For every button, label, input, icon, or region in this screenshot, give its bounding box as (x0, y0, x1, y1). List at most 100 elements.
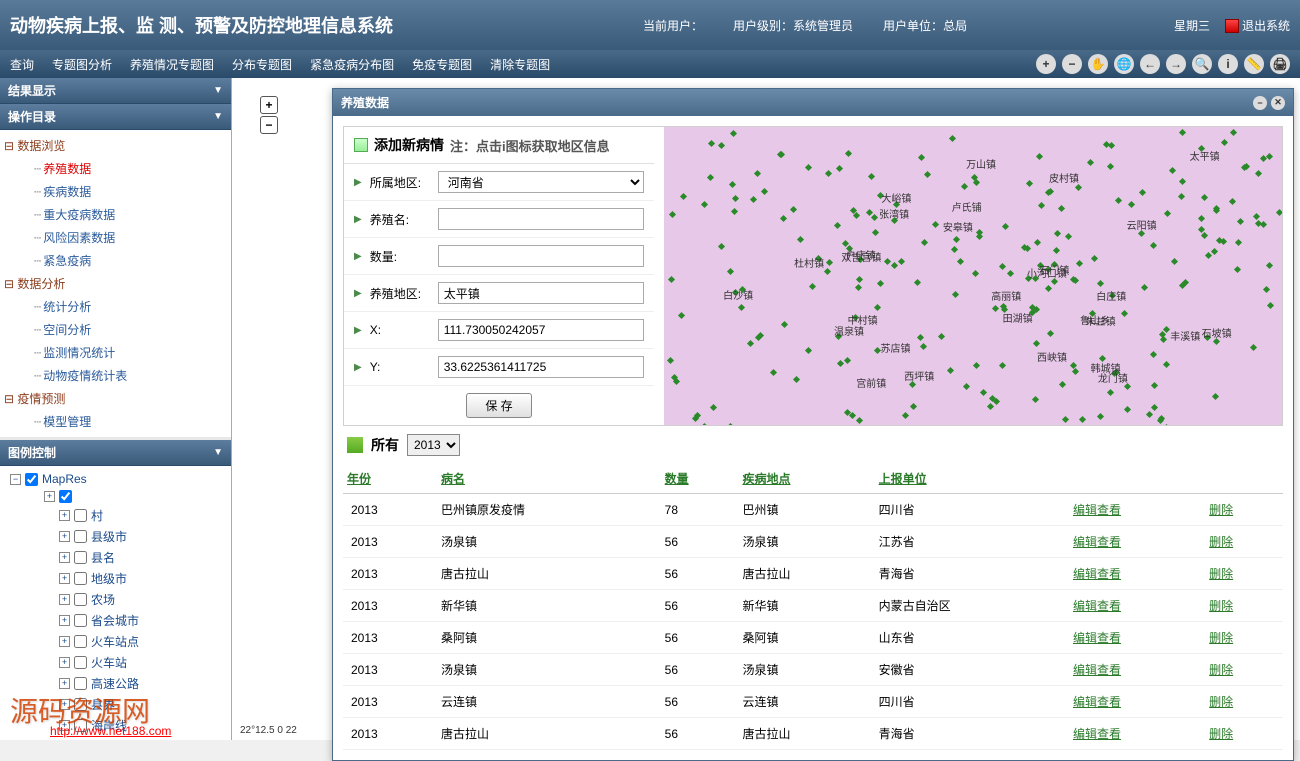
legend-root[interactable]: −MapRes (4, 470, 227, 488)
breed-area-input[interactable] (438, 282, 644, 304)
app-title: 动物疾病上报、监 测、预警及防控地理信息系统 (10, 12, 393, 38)
window-header[interactable]: 养殖数据 − ✕ (333, 89, 1293, 116)
edit-link[interactable]: 编辑查看 (1073, 503, 1121, 517)
measure-icon[interactable]: 📏 (1244, 54, 1264, 74)
zoom-in-icon[interactable]: + (1036, 54, 1056, 74)
identify-icon[interactable]: 🔍 (1192, 54, 1212, 74)
all-label: 所有 (371, 435, 399, 455)
legend-item[interactable]: +地级市 (4, 568, 227, 589)
map-label: 西峡镇 (1037, 349, 1067, 364)
delete-link[interactable]: 删除 (1209, 727, 1233, 741)
map-label: 安皋镇 (943, 219, 973, 234)
menu-breed[interactable]: 养殖情况专题图 (130, 56, 214, 73)
map-label: 田湖镇 (1003, 310, 1033, 325)
year-bar: 所有 2013 (343, 426, 1283, 464)
edit-link[interactable]: 编辑查看 (1073, 727, 1121, 741)
table-row: 2013汤泉镇56汤泉镇江苏省编辑查看删除 (343, 526, 1283, 558)
year-select[interactable]: 2013 (407, 434, 460, 456)
delete-link[interactable]: 删除 (1209, 503, 1233, 517)
legend-item[interactable]: +高速公路 (4, 673, 227, 694)
legend-item[interactable]: +火车站点 (4, 631, 227, 652)
menu-dist[interactable]: 分布专题图 (232, 56, 292, 73)
delete-link[interactable]: 删除 (1209, 567, 1233, 581)
tree-item-monitor-stat[interactable]: 监测情况统计 (0, 341, 231, 364)
tree-item-breed-data[interactable]: 养殖数据 (0, 157, 231, 180)
globe-icon[interactable]: 🌐 (1114, 54, 1134, 74)
tree-item-model-mgmt[interactable]: 模型管理 (0, 410, 231, 433)
back-icon[interactable]: ← (1140, 54, 1160, 74)
close-icon[interactable]: ✕ (1271, 96, 1285, 110)
x-coord-input[interactable] (438, 319, 644, 341)
region-select[interactable]: 河南省 (438, 171, 644, 193)
forward-icon[interactable]: → (1166, 54, 1186, 74)
col-unit[interactable]: 上报单位 (875, 464, 1069, 494)
delete-link[interactable]: 删除 (1209, 599, 1233, 613)
menu-query[interactable]: 查询 (10, 56, 34, 73)
map-toolbar: + − ✋ 🌐 ← → 🔍 i 📏 🖨 (1036, 54, 1290, 74)
legend-item[interactable]: +县级市 (4, 526, 227, 547)
map-label: 双吉宫镇 (841, 249, 881, 264)
map-label: 白沙镇 (723, 287, 753, 302)
minimize-icon[interactable]: − (1253, 96, 1267, 110)
delete-link[interactable]: 删除 (1209, 695, 1233, 709)
menu-emerg[interactable]: 紧急疫病分布图 (310, 56, 394, 73)
map-zoom-in[interactable]: + (260, 96, 278, 114)
save-button[interactable]: 保 存 (466, 393, 531, 418)
logout-icon (1225, 19, 1239, 33)
delete-link[interactable]: 删除 (1209, 535, 1233, 549)
menu-immune[interactable]: 免疫专题图 (412, 56, 472, 73)
logout-link[interactable]: 退出系统 (1225, 17, 1290, 34)
legend-sub[interactable]: + (4, 488, 227, 505)
tree-item-major-epidemic[interactable]: 重大疫病数据 (0, 203, 231, 226)
map-label: 皮村镇 (1049, 170, 1079, 185)
edit-link[interactable]: 编辑查看 (1073, 535, 1121, 549)
legend-item[interactable]: +省会城市 (4, 610, 227, 631)
menu-clear[interactable]: 清除专题图 (490, 56, 550, 73)
map-area: + − 22°12.5 0 22 养殖数据 − ✕ 添加新病情 (232, 78, 1300, 740)
info-icon[interactable]: i (1218, 54, 1238, 74)
legend-item[interactable]: +火车站 (4, 652, 227, 673)
tree-item-risk-factor[interactable]: 风险因素数据 (0, 226, 231, 249)
map-preview[interactable]: 太平镇龙门镇西坪镇云阳镇石坡镇户庄镇田湖镇温泉镇万山镇大峪镇西峡镇安皋镇朱兰镇宫… (664, 127, 1282, 425)
table-row: 2013新华镇56新华镇内蒙古自治区编辑查看删除 (343, 590, 1283, 622)
breed-name-input[interactable] (438, 208, 644, 230)
col-year[interactable]: 年份 (343, 464, 437, 494)
tree-group-forecast[interactable]: ⊟ 疫情预测 (0, 387, 231, 410)
tree-item-emerg-epidemic[interactable]: 紧急疫病 (0, 249, 231, 272)
menu-thematic[interactable]: 专题图分析 (52, 56, 112, 73)
pan-icon[interactable]: ✋ (1088, 54, 1108, 74)
menu-bar: 查询 专题图分析 养殖情况专题图 分布专题图 紧急疫病分布图 免疫专题图 清除专… (0, 50, 1300, 78)
quantity-input[interactable] (438, 245, 644, 267)
y-coord-input[interactable] (438, 356, 644, 378)
legend-item[interactable]: +县界 (4, 694, 227, 715)
chevron-down-icon: ▼ (213, 447, 223, 458)
zoom-out-icon[interactable]: − (1062, 54, 1082, 74)
edit-link[interactable]: 编辑查看 (1073, 567, 1121, 581)
edit-link[interactable]: 编辑查看 (1073, 599, 1121, 613)
result-panel-header[interactable]: 结果显示▼ (0, 78, 231, 104)
col-qty[interactable]: 数量 (661, 464, 739, 494)
tree-group-data-browse[interactable]: ⊟ 数据浏览 (0, 134, 231, 157)
tree-item-stat[interactable]: 统计分析 (0, 295, 231, 318)
list-icon (347, 437, 363, 453)
tree-item-disease-data[interactable]: 疾病数据 (0, 180, 231, 203)
legend-item[interactable]: +县名 (4, 547, 227, 568)
col-name[interactable]: 病名 (437, 464, 661, 494)
legend-item[interactable]: +村 (4, 505, 227, 526)
tree-group-analysis[interactable]: ⊟ 数据分析 (0, 272, 231, 295)
col-place[interactable]: 疾病地点 (738, 464, 874, 494)
delete-link[interactable]: 删除 (1209, 631, 1233, 645)
legend-panel-header[interactable]: 图例控制▼ (0, 440, 231, 466)
edit-link[interactable]: 编辑查看 (1073, 631, 1121, 645)
weekday: 星期三 (1174, 17, 1210, 34)
data-window: 养殖数据 − ✕ 添加新病情 注：点击i图标获取地区信息 ▶所属地区:河南省 (332, 88, 1294, 761)
print-icon[interactable]: 🖨 (1270, 54, 1290, 74)
tree-item-spatial[interactable]: 空间分析 (0, 318, 231, 341)
edit-link[interactable]: 编辑查看 (1073, 663, 1121, 677)
delete-link[interactable]: 删除 (1209, 663, 1233, 677)
map-zoom-out[interactable]: − (260, 116, 278, 134)
edit-link[interactable]: 编辑查看 (1073, 695, 1121, 709)
tree-item-epidemic-stat[interactable]: 动物疫情统计表 (0, 364, 231, 387)
catalog-panel-header[interactable]: 操作目录▼ (0, 104, 231, 130)
legend-item[interactable]: +农场 (4, 589, 227, 610)
